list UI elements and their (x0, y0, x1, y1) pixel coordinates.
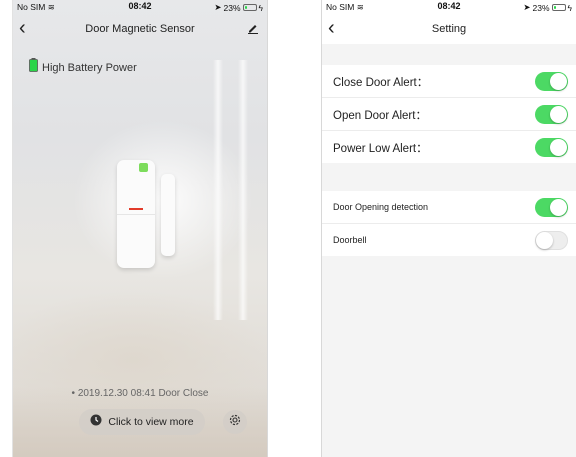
gear-icon (228, 413, 242, 432)
list-item-door-opening-detection: Door Opening detection (322, 191, 576, 224)
sensor-seam (117, 214, 155, 215)
event-dot-icon: • (71, 388, 76, 399)
battery-status: High Battery Power (29, 58, 137, 77)
charging-icon: ϟ (258, 2, 264, 13)
list-item-doorbell: Doorbell (322, 224, 576, 256)
status-right: ➤ 23% ϟ (523, 2, 572, 13)
list-item-close-door-alert: Close Door Alert： (322, 65, 576, 98)
close-door-alert-toggle[interactable] (535, 72, 568, 91)
settings-button[interactable] (223, 410, 247, 434)
edit-icon[interactable] (247, 21, 259, 39)
status-bar: No SIM ≋ 08:42 ➤ 23% ϟ (13, 0, 267, 14)
doorbell-toggle[interactable] (535, 231, 568, 250)
page-title: Door Magnetic Sensor (85, 23, 195, 35)
status-battery-fill (244, 6, 248, 9)
charging-icon: ϟ (567, 2, 573, 13)
features-group: Door Opening detection Doorbell (322, 191, 576, 256)
battery-percent: 23% (532, 2, 550, 13)
page-title: Setting (431, 23, 467, 35)
last-event: • 2019.12.30 08:41 Door Close (13, 388, 267, 399)
row-label: Doorbell (333, 235, 367, 245)
list-item-open-door-alert: Open Door Alert： (322, 98, 576, 131)
last-event-text: 2019.12.30 08:41 Door Close (77, 388, 209, 399)
sensor-body (117, 160, 155, 268)
toggle-knob (550, 106, 567, 123)
settings-navbar: ‹ Setting (322, 14, 576, 44)
clock-icon (90, 413, 102, 431)
row-label: Power Low Alert： (333, 143, 428, 155)
toggle-knob (550, 199, 567, 216)
status-battery-icon (242, 4, 257, 11)
power-low-alert-toggle[interactable] (535, 138, 568, 157)
sensor-led (139, 163, 148, 172)
door-opening-detection-toggle[interactable] (535, 198, 568, 217)
alerts-group: Close Door Alert： Open Door Alert： Power… (322, 65, 576, 163)
magnet-body (161, 174, 175, 256)
row-label: Open Door Alert： (333, 110, 427, 122)
status-battery-icon (551, 4, 566, 11)
location-icon: ➤ (214, 2, 222, 12)
status-right: ➤ 23% ϟ (214, 2, 263, 13)
row-label: Door Opening detection (333, 202, 429, 212)
list-item-power-low-alert: Power Low Alert： (322, 131, 576, 163)
battery-status-label: High Battery Power (42, 61, 137, 74)
curtain-light (213, 60, 223, 320)
toggle-knob (550, 139, 567, 156)
sensor-screen: No SIM ≋ 08:42 ➤ 23% ϟ ‹ Door Magnetic S… (12, 0, 268, 457)
view-more-button[interactable]: Click to view more (79, 409, 205, 435)
location-icon: ➤ (523, 2, 531, 12)
open-door-alert-toggle[interactable] (535, 105, 568, 124)
sensor-navbar: ‹ Door Magnetic Sensor (13, 14, 267, 44)
status-bar: No SIM ≋ 08:42 ➤ 23% ϟ (322, 0, 576, 14)
battery-percent: 23% (223, 2, 241, 13)
row-label: Close Door Alert： (333, 77, 429, 89)
battery-icon (29, 58, 38, 77)
view-more-label: Click to view more (108, 416, 194, 428)
curtain-light (238, 60, 248, 320)
sensor-indicator-line (129, 208, 143, 210)
settings-screen: No SIM ≋ 08:42 ➤ 23% ϟ ‹ Setting Close D… (321, 0, 576, 457)
toggle-knob (536, 232, 553, 249)
toggle-knob (550, 73, 567, 90)
status-battery-fill (553, 6, 557, 9)
